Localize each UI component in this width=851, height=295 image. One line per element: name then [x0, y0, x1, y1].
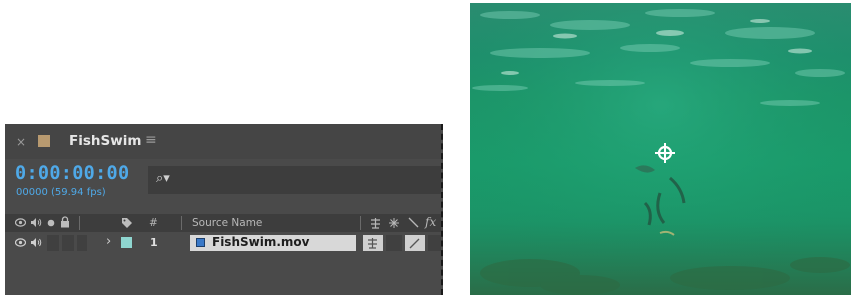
underwater-video-frame	[470, 3, 851, 295]
source-name-column[interactable]: Source Name	[192, 217, 262, 229]
shy-switch-cell[interactable]	[363, 235, 383, 251]
expand-chevron-icon[interactable]: ›	[106, 234, 111, 249]
lock-icon[interactable]	[60, 216, 70, 228]
collapse-switch-icon[interactable]	[388, 217, 400, 229]
column-divider	[79, 216, 80, 230]
shy-switch-icon[interactable]	[366, 237, 379, 249]
effects-switch-icon[interactable]: fx	[425, 215, 436, 229]
eye-icon[interactable]	[15, 218, 26, 227]
close-tab-button[interactable]: ×	[16, 135, 26, 149]
composition-color-swatch	[38, 135, 50, 147]
effects-switch-cell[interactable]	[428, 235, 441, 251]
collapse-switch-cell[interactable]	[386, 235, 402, 251]
label-tag-icon[interactable]	[121, 217, 133, 229]
timeline-panel: × FishSwim ≡ 0:00:00:00 00000 (59.94 fps…	[5, 124, 443, 295]
layer-search-input[interactable]	[182, 170, 436, 192]
column-divider	[181, 216, 182, 230]
layer-column-header: # Source Name fx	[5, 214, 441, 232]
current-time-display[interactable]: 0:00:00:00	[15, 163, 129, 184]
layer-source-name[interactable]: FishSwim.mov	[212, 235, 309, 249]
quality-switch-icon[interactable]	[408, 217, 419, 228]
layer-number-column: #	[149, 217, 158, 229]
shy-switch-icon[interactable]	[369, 217, 382, 229]
footage-file-icon	[196, 238, 205, 247]
search-icon[interactable]: ⌕▾	[156, 171, 170, 186]
layer-number: 1	[150, 236, 158, 249]
panel-tab-bar: × FishSwim ≡	[5, 124, 441, 159]
solo-toggle[interactable]	[47, 235, 59, 251]
empty-cell	[77, 235, 87, 251]
quality-line-icon[interactable]	[409, 238, 420, 249]
solo-icon[interactable]	[47, 219, 55, 227]
layer-search-box[interactable]: ⌕▾	[148, 166, 441, 194]
composition-tab-title[interactable]: FishSwim	[69, 133, 141, 149]
quality-switch-cell[interactable]	[405, 235, 425, 251]
speaker-icon[interactable]	[30, 237, 42, 248]
layer-label-color[interactable]	[121, 237, 132, 248]
column-divider	[360, 216, 361, 230]
speaker-icon[interactable]	[30, 217, 42, 228]
layer-row[interactable]: › 1 FishSwim.mov	[5, 234, 441, 252]
panel-menu-icon[interactable]: ≡	[145, 132, 157, 148]
eye-icon[interactable]	[15, 238, 26, 247]
frame-count-display: 00000 (59.94 fps)	[16, 187, 106, 198]
composition-viewer[interactable]	[470, 3, 851, 295]
lock-toggle[interactable]	[62, 235, 74, 251]
